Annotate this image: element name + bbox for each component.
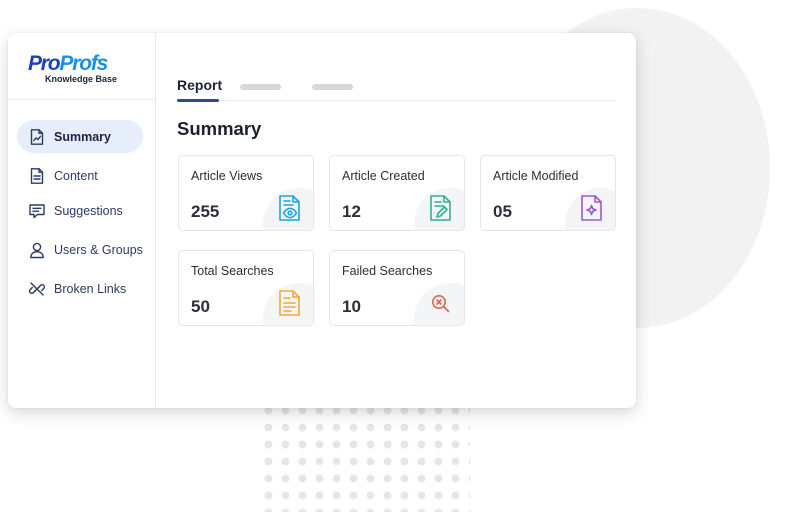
sidebar-item-label: Content — [54, 168, 98, 183]
message-icon — [28, 202, 46, 220]
tab-placeholder-1[interactable] — [240, 84, 281, 90]
search-fail-icon — [432, 295, 450, 313]
document-eye-icon — [279, 195, 300, 221]
sidebar-item-broken-links[interactable]: Broken Links — [17, 272, 143, 305]
document-sparkle-icon — [581, 195, 602, 221]
sidebar-item-label: Broken Links — [54, 281, 127, 296]
stat-value: 10 — [342, 297, 361, 316]
stat-value: 05 — [493, 202, 512, 221]
user-icon — [28, 241, 46, 259]
sidebar: ProProfs Knowledge Base Summary Content — [8, 33, 156, 408]
background-dot-grid — [260, 402, 470, 512]
stat-label: Article Modified — [493, 169, 579, 183]
stat-card-total-searches[interactable]: Total Searches 50 — [178, 250, 314, 326]
sidebar-item-label: Users & Groups — [54, 242, 143, 257]
sidebar-item-label: Summary — [54, 129, 111, 144]
stat-card-article-views[interactable]: Article Views 255 — [178, 155, 314, 231]
app-window: ProProfs Knowledge Base Summary Content — [8, 33, 636, 408]
sidebar-divider — [8, 99, 156, 100]
tab-bar: Report — [177, 77, 616, 102]
stat-label: Failed Searches — [342, 264, 433, 278]
document-icon — [28, 167, 46, 185]
document-edit-icon — [430, 195, 451, 221]
tab-active-indicator — [177, 99, 219, 102]
main-content: Report Summary Article Views 255 Article — [157, 33, 636, 408]
tab-placeholder-2[interactable] — [312, 84, 353, 90]
logo-text-profs: Profs — [59, 52, 108, 75]
logo-subtitle: Knowledge Base — [45, 74, 118, 84]
sidebar-item-content[interactable]: Content — [17, 159, 143, 192]
stage: ProProfs Knowledge Base Summary Content — [0, 0, 800, 526]
chart-doc-icon — [28, 128, 46, 146]
proprofs-logo[interactable]: ProProfs Knowledge Base — [28, 53, 118, 85]
stat-value: 50 — [191, 297, 210, 316]
broken-link-icon — [28, 280, 46, 298]
stat-label: Article Views — [191, 169, 263, 183]
sidebar-nav: Summary Content Suggestions Users & Grou… — [17, 120, 143, 311]
logo-wordmark: ProProfs — [28, 53, 117, 75]
tab-report[interactable]: Report — [177, 77, 222, 93]
sidebar-item-summary[interactable]: Summary — [17, 120, 143, 153]
stat-label: Total Searches — [191, 264, 274, 278]
stat-card-article-created[interactable]: Article Created 12 — [329, 155, 465, 231]
sidebar-item-users-groups[interactable]: Users & Groups — [17, 233, 143, 266]
stat-value: 255 — [191, 202, 220, 221]
page-title: Summary — [177, 118, 262, 139]
stat-label: Article Created — [342, 169, 425, 183]
stat-card-article-modified[interactable]: Article Modified 05 — [480, 155, 616, 231]
document-lines-icon — [279, 290, 300, 316]
logo-text-pro: Pro — [28, 52, 61, 75]
sidebar-item-label: Suggestions — [54, 203, 123, 218]
sidebar-item-suggestions[interactable]: Suggestions — [17, 194, 143, 227]
stat-value: 12 — [342, 202, 361, 221]
stat-card-failed-searches[interactable]: Failed Searches 10 — [329, 250, 465, 326]
